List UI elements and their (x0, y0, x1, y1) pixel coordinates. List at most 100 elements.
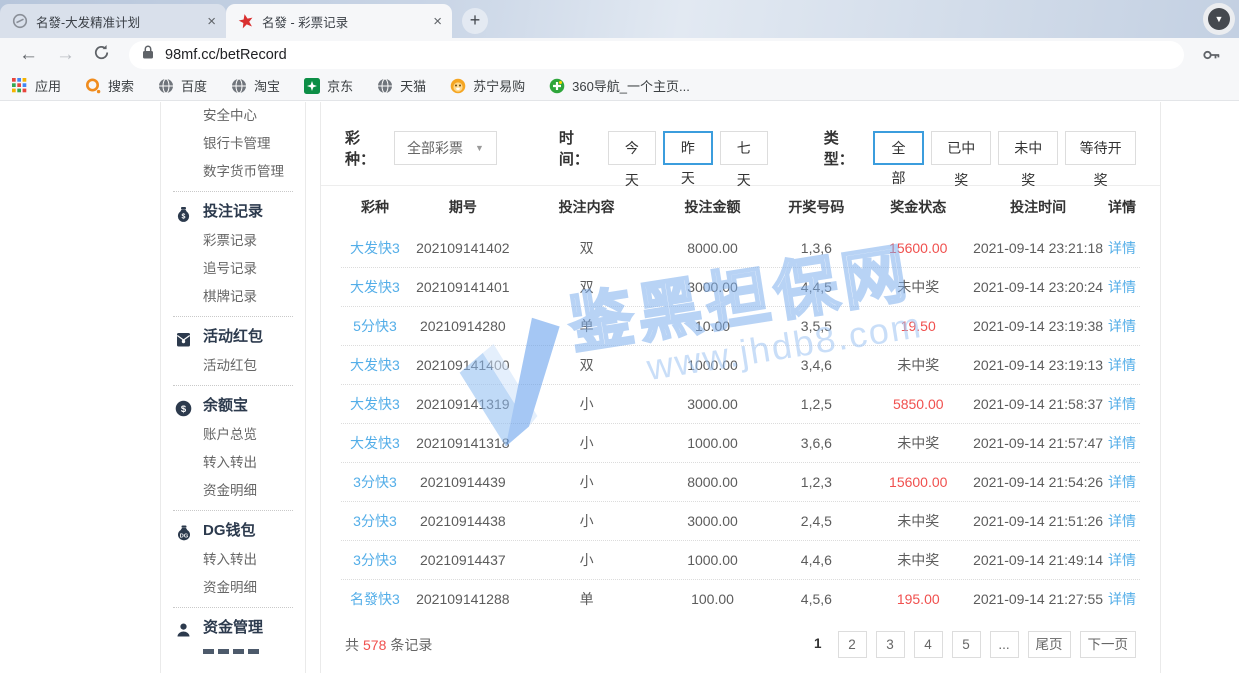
time-filter-昨天[interactable]: 昨天 (663, 131, 713, 165)
sidebar-item-数字货币管理[interactable]: 数字货币管理 (161, 158, 305, 186)
bookmarks-bar: 应用 搜索 百度 淘宝 京东 天猫 苏宁易购 360导航_一个主页... (0, 71, 1239, 101)
detail-link[interactable]: 详情 (1104, 550, 1140, 570)
lottery-link[interactable]: 3分快3 (341, 511, 409, 531)
sidebar-item-partial (161, 649, 305, 654)
bet-content: 小 (517, 550, 657, 570)
lottery-link[interactable]: 大发快3 (341, 394, 409, 414)
globe-icon (231, 78, 247, 94)
type-filter-全部[interactable]: 全部 (873, 131, 924, 165)
page-button-...[interactable]: ... (990, 631, 1019, 658)
sidebar-item-棋牌记录[interactable]: 棋牌记录 (161, 283, 305, 311)
sidebar-item-转入转出[interactable]: 转入转出 (161, 449, 305, 477)
lottery-link[interactable]: 名發快3 (341, 589, 409, 609)
sidebar-section-投注记录[interactable]: $投注记录 (161, 197, 305, 227)
red-star-favicon (238, 13, 254, 29)
sidebar-item-彩票记录[interactable]: 彩票记录 (161, 227, 305, 255)
sidebar-section-DG钱包[interactable]: DGDG钱包 (161, 516, 305, 546)
lottery-link[interactable]: 5分快3 (341, 316, 409, 336)
detail-link[interactable]: 详情 (1104, 472, 1140, 492)
bookmark-label: 天猫 (400, 76, 426, 95)
issue-number: 202109141288 (409, 591, 517, 607)
type-filter-未中奖[interactable]: 未中奖 (998, 131, 1058, 165)
detail-link[interactable]: 详情 (1104, 355, 1140, 375)
detail-link[interactable]: 详情 (1104, 238, 1140, 258)
sidebar-item-安全中心[interactable]: 安全中心 (161, 102, 305, 130)
bet-amount: 1000.00 (657, 552, 769, 568)
sidebar-item-账户总览[interactable]: 账户总览 (161, 421, 305, 449)
bookmark-item[interactable]: 京东 (304, 76, 353, 95)
sidebar-item-追号记录[interactable]: 追号记录 (161, 255, 305, 283)
type-filter-已中奖[interactable]: 已中奖 (931, 131, 991, 165)
divider (173, 191, 293, 192)
detail-link[interactable]: 详情 (1104, 433, 1140, 453)
bet-amount: 3000.00 (657, 279, 769, 295)
lottery-link[interactable]: 大发快3 (341, 277, 409, 297)
close-icon[interactable]: × (207, 14, 216, 29)
type-filter-等待开奖[interactable]: 等待开奖 (1065, 131, 1136, 165)
close-icon[interactable]: × (433, 14, 442, 29)
sidebar-item-转入转出[interactable]: 转入转出 (161, 546, 305, 574)
bookmark-item[interactable]: 苏宁易购 (450, 76, 525, 95)
lottery-link[interactable]: 3分快3 (341, 472, 409, 492)
address-bar[interactable]: 98mf.cc/betRecord (129, 41, 1184, 69)
page-button-2[interactable]: 2 (838, 631, 867, 658)
bet-content: 小 (517, 511, 657, 531)
tab-title: 名發-大发精准计划 (36, 12, 199, 31)
next-page-button[interactable]: 下一页 (1080, 631, 1137, 658)
bookmark-item[interactable]: 天猫 (377, 76, 426, 95)
page-button-3[interactable]: 3 (876, 631, 905, 658)
sidebar-section-活动红包[interactable]: 活动红包 (161, 322, 305, 352)
refresh-icon[interactable] (93, 44, 110, 65)
detail-link[interactable]: 详情 (1104, 277, 1140, 297)
funds-icon (175, 620, 192, 637)
issue-number: 202109141402 (409, 240, 517, 256)
password-key-icon[interactable] (1202, 46, 1221, 64)
last-page-button[interactable]: 尾页 (1028, 631, 1071, 658)
lottery-link[interactable]: 大发快3 (341, 355, 409, 375)
lottery-link[interactable]: 大发快3 (341, 433, 409, 453)
bookmark-item[interactable]: 百度 (158, 76, 207, 95)
sidebar-section-余额宝[interactable]: $余额宝 (161, 391, 305, 421)
detail-link[interactable]: 详情 (1104, 511, 1140, 531)
page-button-5[interactable]: 5 (952, 631, 981, 658)
bookmark-item[interactable]: 应用 (12, 76, 61, 95)
detail-link[interactable]: 详情 (1104, 394, 1140, 414)
browser-tab-1[interactable]: 名發-大发精准计划 × (0, 4, 226, 38)
page-current: 1 (807, 631, 829, 658)
lottery-select[interactable]: 全部彩票 ▼ (394, 131, 497, 165)
bet-content: 双 (517, 277, 657, 297)
detail-link[interactable]: 详情 (1104, 316, 1140, 336)
sidebar-item-资金明细[interactable]: 资金明细 (161, 574, 305, 602)
sidebar-item-活动红包[interactable]: 活动红包 (161, 352, 305, 380)
sidebar-section-资金管理[interactable]: 资金管理 (161, 613, 305, 643)
new-tab-button[interactable]: + (462, 8, 488, 34)
bookmark-item[interactable]: 360导航_一个主页... (549, 76, 690, 95)
sidebar-item-资金明细[interactable]: 资金明细 (161, 477, 305, 505)
draw-numbers: 3,6,6 (768, 435, 864, 451)
column-header: 开奖号码 (768, 197, 864, 217)
bet-amount: 8000.00 (657, 240, 769, 256)
tab-search-button[interactable]: ▼ (1203, 3, 1235, 35)
bookmark-item[interactable]: 淘宝 (231, 76, 280, 95)
time-filter-七天[interactable]: 七天 (720, 131, 768, 165)
lottery-link[interactable]: 3分快3 (341, 550, 409, 570)
draw-numbers: 1,2,5 (768, 396, 864, 412)
browser-tab-2[interactable]: 名發 - 彩票记录 × (226, 4, 452, 38)
bookmark-label: 应用 (35, 76, 61, 95)
issue-number: 20210914437 (409, 552, 517, 568)
time-filter-今天[interactable]: 今天 (608, 131, 656, 165)
forward-icon[interactable]: → (56, 45, 75, 64)
column-header: 投注内容 (517, 197, 657, 217)
bookmark-label: 苏宁易购 (473, 76, 525, 95)
bookmark-label: 360导航_一个主页... (572, 76, 690, 95)
bet-time: 2021-09-14 23:21:18 (972, 240, 1104, 256)
svg-text:$: $ (182, 214, 186, 221)
back-icon[interactable]: ← (19, 45, 38, 64)
sidebar-item-银行卡管理[interactable]: 银行卡管理 (161, 130, 305, 158)
page-button-4[interactable]: 4 (914, 631, 943, 658)
bookmark-item[interactable]: 搜索 (85, 76, 134, 95)
type-filter-label: 类型： (824, 127, 863, 169)
detail-link[interactable]: 详情 (1104, 589, 1140, 609)
lottery-link[interactable]: 大发快3 (341, 238, 409, 258)
tab-title: 名發 - 彩票记录 (262, 12, 425, 31)
